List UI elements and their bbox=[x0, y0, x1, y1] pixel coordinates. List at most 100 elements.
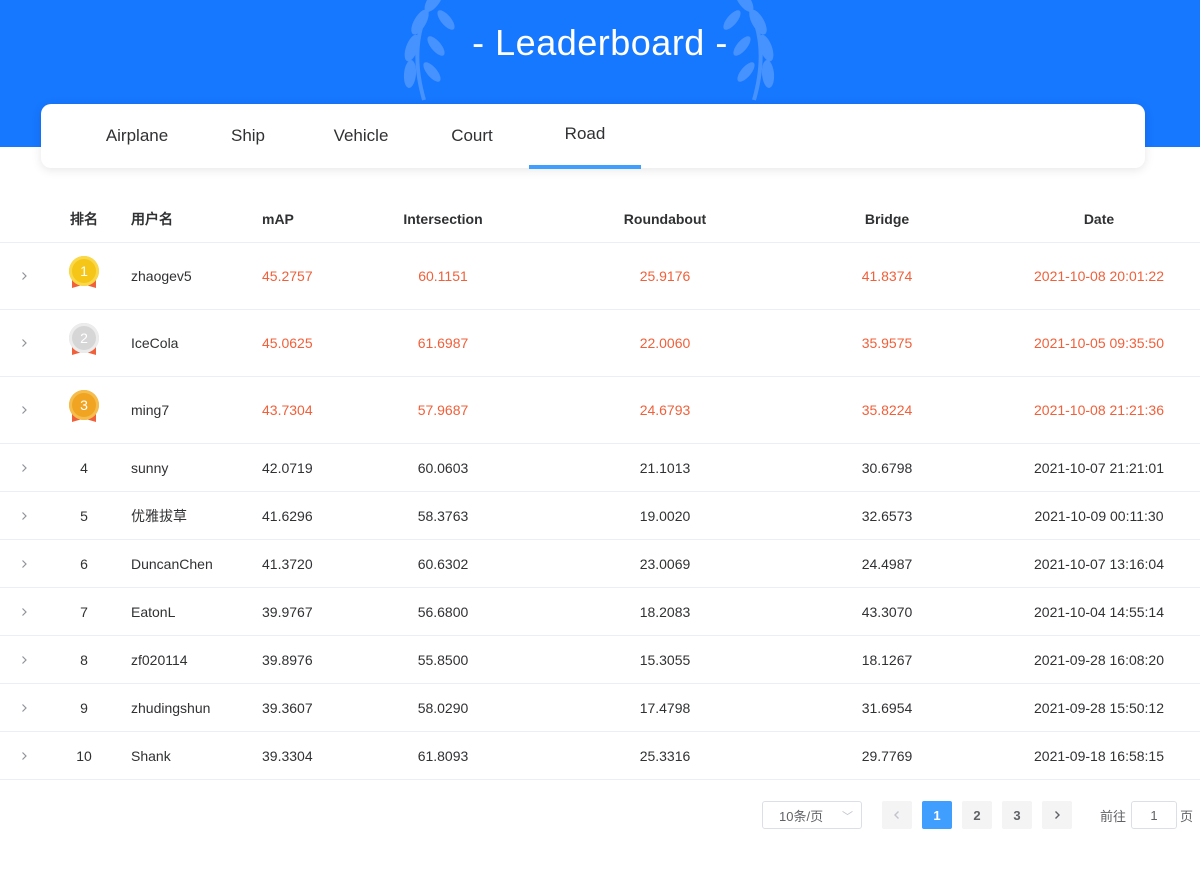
expand-row-button[interactable] bbox=[12, 588, 36, 635]
medal-silver-icon: 2 bbox=[68, 323, 100, 363]
date-cell: 2021-10-08 20:01:22 bbox=[1034, 268, 1164, 284]
expand-row-button[interactable] bbox=[12, 377, 36, 443]
intersection-cell: 57.9687 bbox=[417, 402, 469, 418]
tab-airplane[interactable]: Airplane bbox=[85, 104, 189, 168]
username-cell: sunny bbox=[131, 459, 169, 476]
username-cell: Shank bbox=[131, 747, 171, 764]
map-cell: 41.3720 bbox=[262, 555, 313, 572]
chevron-right-icon bbox=[22, 751, 27, 760]
expand-row-button[interactable] bbox=[12, 684, 36, 731]
table-row[interactable]: 6 DuncanChen 41.3720 60.6302 23.0069 24.4987 2… bbox=[0, 540, 1200, 588]
goto-page-input[interactable] bbox=[1131, 801, 1177, 829]
roundabout-cell: 17.4798 bbox=[639, 699, 691, 716]
table-row[interactable]: 1 zhaogev5 45.2757 60.1151 25.9176 41.8374 202… bbox=[0, 243, 1200, 310]
chevron-right-icon bbox=[22, 272, 27, 280]
intersection-cell: 58.0290 bbox=[417, 699, 469, 716]
chevron-right-icon bbox=[22, 511, 27, 520]
chevron-right-icon bbox=[22, 406, 27, 414]
chevron-right-icon bbox=[22, 463, 27, 472]
intersection-cell: 55.8500 bbox=[417, 651, 469, 668]
date-cell: 2021-10-09 00:11:30 bbox=[1034, 507, 1164, 524]
tab-vehicle[interactable]: Vehicle bbox=[311, 104, 411, 168]
medal-gold-icon: 1 bbox=[68, 256, 100, 296]
table-row[interactable]: 7 EatonL 39.9767 56.6800 18.2083 43.3070 2021-… bbox=[0, 588, 1200, 636]
table-row[interactable]: 9 zhudingshun 39.3607 58.0290 17.4798 31.6954… bbox=[0, 684, 1200, 732]
column-header-rank[interactable]: 排名 bbox=[64, 196, 104, 242]
table-row[interactable]: 10 Shank 39.3304 61.8093 25.3316 29.7769 2021-… bbox=[0, 732, 1200, 780]
expand-row-button[interactable] bbox=[12, 310, 36, 376]
table-row[interactable]: 5 优雅拔草 41.6296 58.3763 19.0020 32.6573 2021-10… bbox=[0, 492, 1200, 540]
roundabout-cell: 21.1013 bbox=[639, 459, 691, 476]
table-body: 1 zhaogev5 45.2757 60.1151 25.9176 41.8374 202… bbox=[0, 243, 1200, 780]
page-unit-label: 页 bbox=[1180, 808, 1194, 824]
username-cell: zhaogev5 bbox=[131, 268, 192, 284]
table-row[interactable]: 3 ming7 43.7304 57.9687 24.6793 35.8224 2021-1… bbox=[0, 377, 1200, 444]
date-cell: 2021-10-05 09:35:50 bbox=[1034, 335, 1164, 351]
page-button-3[interactable]: 3 bbox=[1002, 801, 1032, 829]
column-header-username[interactable]: 用户名 bbox=[131, 196, 251, 242]
page-button-2[interactable]: 2 bbox=[962, 801, 992, 829]
map-cell: 39.3304 bbox=[262, 747, 313, 764]
pagination: 10条/页 ﹀ 1 2 3 前往 页 bbox=[0, 801, 1200, 829]
expand-row-button[interactable] bbox=[12, 444, 36, 491]
intersection-cell: 61.6987 bbox=[417, 335, 469, 351]
page-button-1[interactable]: 1 bbox=[922, 801, 952, 829]
username-cell: EatonL bbox=[131, 603, 176, 620]
column-header-intersection[interactable]: Intersection bbox=[383, 196, 503, 242]
medal-bronze-icon: 3 bbox=[68, 390, 100, 430]
chevron-right-icon bbox=[22, 339, 27, 347]
table-row[interactable]: 2 IceCola 45.0625 61.6987 22.0060 35.9575 2021… bbox=[0, 310, 1200, 377]
date-cell: 2021-10-07 21:21:01 bbox=[1034, 459, 1164, 476]
date-cell: 2021-09-18 16:58:15 bbox=[1034, 747, 1164, 764]
bridge-cell: 35.9575 bbox=[861, 335, 913, 351]
map-cell: 41.6296 bbox=[262, 507, 313, 524]
prev-page-button[interactable] bbox=[882, 801, 912, 829]
tab-road[interactable]: Road bbox=[529, 104, 641, 168]
column-header-map[interactable]: mAP bbox=[262, 196, 362, 242]
expand-row-button[interactable] bbox=[12, 540, 36, 587]
goto-label: 前往 bbox=[1100, 808, 1127, 824]
date-cell: 2021-10-07 13:16:04 bbox=[1034, 555, 1164, 572]
bridge-cell: 29.7769 bbox=[861, 747, 913, 764]
column-header-date[interactable]: Date bbox=[1039, 196, 1159, 242]
chevron-left-icon bbox=[894, 811, 899, 819]
expand-row-button[interactable] bbox=[12, 636, 36, 683]
tab-court[interactable]: Court bbox=[429, 104, 515, 168]
map-cell: 45.2757 bbox=[262, 268, 313, 284]
roundabout-cell: 22.0060 bbox=[639, 335, 691, 351]
map-cell: 39.9767 bbox=[262, 603, 313, 620]
username-cell: ming7 bbox=[131, 402, 170, 418]
bridge-cell: 41.8374 bbox=[861, 268, 913, 284]
chevron-right-icon bbox=[1055, 811, 1060, 819]
roundabout-cell: 23.0069 bbox=[639, 555, 691, 572]
page-size-value: 10条/页 bbox=[779, 808, 824, 824]
expand-row-button[interactable] bbox=[12, 243, 36, 309]
date-cell: 2021-09-28 16:08:20 bbox=[1034, 651, 1164, 668]
username-cell: IceCola bbox=[131, 335, 179, 351]
expand-row-button[interactable] bbox=[12, 492, 36, 539]
medal-rank-number: 2 bbox=[69, 323, 99, 353]
page-size-select[interactable]: 10条/页 ﹀ bbox=[762, 801, 862, 829]
rank-cell: 7 bbox=[80, 603, 88, 620]
roundabout-cell: 25.9176 bbox=[639, 268, 691, 284]
column-header-bridge[interactable]: Bridge bbox=[837, 196, 937, 242]
table-row[interactable]: 4 sunny 42.0719 60.0603 21.1013 30.6798 2021-1… bbox=[0, 444, 1200, 492]
chevron-down-icon: ﹀ bbox=[842, 811, 853, 823]
rank-cell: 8 bbox=[80, 651, 88, 668]
next-page-button[interactable] bbox=[1042, 801, 1072, 829]
intersection-cell: 61.8093 bbox=[417, 747, 469, 764]
expand-row-button[interactable] bbox=[12, 732, 36, 779]
rank-cell: 5 bbox=[80, 507, 88, 524]
medal-rank-number: 1 bbox=[69, 256, 99, 286]
medal-rank-number: 3 bbox=[69, 390, 99, 420]
intersection-cell: 56.6800 bbox=[417, 603, 469, 620]
table-row[interactable]: 8 zf020114 39.8976 55.8500 15.3055 18.1267 202… bbox=[0, 636, 1200, 684]
roundabout-cell: 25.3316 bbox=[639, 747, 691, 764]
bridge-cell: 43.3070 bbox=[861, 603, 913, 620]
tab-ship[interactable]: Ship bbox=[205, 104, 291, 168]
table-header: 排名 用户名 mAP Intersection Roundabout Bridg… bbox=[0, 196, 1200, 243]
chevron-right-icon bbox=[22, 703, 27, 712]
column-header-roundabout[interactable]: Roundabout bbox=[605, 196, 725, 242]
bridge-cell: 30.6798 bbox=[861, 459, 913, 476]
chevron-right-icon bbox=[22, 655, 27, 664]
